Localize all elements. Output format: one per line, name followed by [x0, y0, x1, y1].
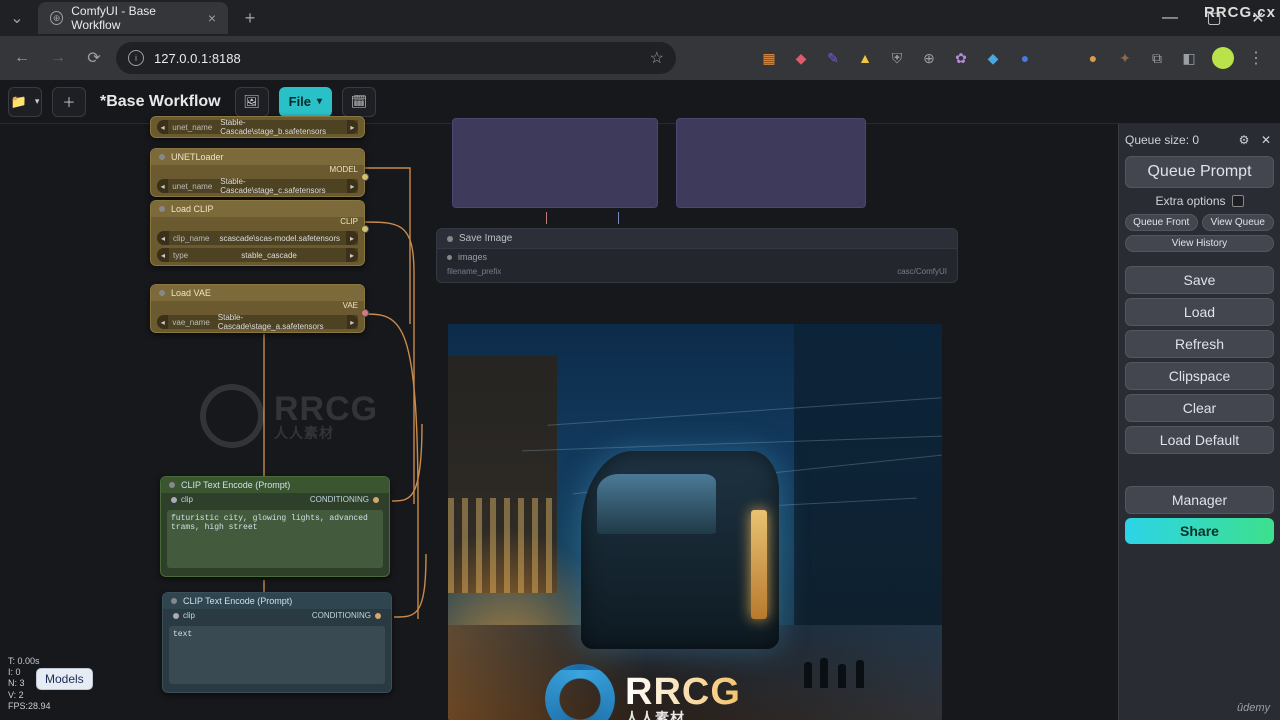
bookmark-icon[interactable]: ☆ [650, 48, 664, 68]
save-image-title: Save Image [459, 233, 512, 244]
minimize-button[interactable]: ― [1148, 0, 1192, 36]
preview-slot-1 [452, 118, 658, 208]
extension-icon-6[interactable]: ⊕ [920, 49, 938, 67]
models-chip[interactable]: Models [36, 668, 93, 690]
file-menu-button[interactable]: File▾ [279, 87, 332, 117]
vae-name-row[interactable]: ◂ vae_name Stable-Cascade\stage_a.safete… [157, 315, 358, 329]
extension-icon-8[interactable]: ◆ [984, 49, 1002, 67]
save-button[interactable]: Save [1125, 266, 1274, 294]
filename-prefix-value[interactable]: casc/ComfyUI [897, 267, 947, 276]
images-input-label: images [458, 252, 487, 262]
extension-icon-7[interactable]: ✿ [952, 49, 970, 67]
load-default-button[interactable]: Load Default [1125, 426, 1274, 454]
share-button[interactable]: Share [1125, 518, 1274, 544]
model-port-label: MODEL [151, 165, 364, 176]
unet0-param-row[interactable]: ◂ unet_name Stable-Cascade\stage_b.safet… [157, 120, 358, 134]
settings-icon[interactable]: ⚙ [1236, 132, 1252, 148]
extension-icon-1[interactable]: ▦ [760, 49, 778, 67]
preview-handle-1 [546, 212, 547, 224]
vae-output-socket[interactable] [361, 309, 369, 317]
prompt1-conditioning-output-socket[interactable] [373, 497, 379, 503]
extensions-menu-icon[interactable]: ⧉ [1148, 49, 1166, 67]
view-queue-button[interactable]: View Queue [1202, 214, 1275, 231]
corner-watermark: RRCG.cx [1204, 4, 1276, 21]
clip-text-encode-positive[interactable]: CLIP Text Encode (Prompt) clip CONDITION… [160, 476, 390, 577]
control-sidebar: Queue size: 0 ⚙ ✕ Queue Prompt Extra opt… [1118, 124, 1280, 720]
extension-icon-4[interactable]: ▲ [856, 49, 874, 67]
view-history-button[interactable]: View History [1125, 235, 1274, 252]
model-output-socket[interactable] [361, 173, 369, 181]
extension-icon-3[interactable]: ✎ [824, 49, 842, 67]
close-tab-icon[interactable]: × [208, 10, 216, 26]
clipspace-button[interactable]: Clipspace [1125, 362, 1274, 390]
address-bar[interactable]: i 127.0.0.1:8188 ☆ [116, 42, 676, 74]
watermark-logo-icon [200, 384, 264, 448]
workflow-title: *Base Workflow [96, 93, 225, 111]
globe-icon: ⊕ [50, 11, 63, 25]
url-text: 127.0.0.1:8188 [154, 51, 241, 66]
load-clip-title: Load CLIP [171, 204, 214, 214]
browser-menu-icon[interactable]: ⋮ [1248, 48, 1264, 68]
load-clip-node[interactable]: Load CLIP CLIP ◂ clip_name scascade\scas… [150, 200, 365, 266]
preview-handle-2 [618, 212, 619, 224]
forward-button[interactable]: → [44, 44, 72, 72]
save-icon-button[interactable]: 🗓 [342, 87, 376, 117]
negative-prompt-textarea[interactable] [169, 626, 385, 684]
clip-output-socket[interactable] [361, 225, 369, 233]
sidepanel-icon[interactable]: ◧ [1180, 49, 1198, 67]
extension-icon-5[interactable]: ⛨ [888, 49, 906, 67]
folder-button[interactable]: 📁▾ [8, 87, 42, 117]
preview-slot-2 [676, 118, 866, 208]
node-canvas[interactable]: ◂ unet_name Stable-Cascade\stage_b.safet… [0, 124, 1280, 720]
clip-type-row[interactable]: ◂ type stable_cascade ▸ [157, 248, 358, 262]
load-vae-title: Load VAE [171, 288, 211, 298]
profile-avatar[interactable] [1212, 47, 1234, 69]
unet-param-row[interactable]: ◂ unet_name Stable-Cascade\stage_c.safet… [157, 179, 358, 193]
queue-prompt-button[interactable]: Queue Prompt [1125, 156, 1274, 188]
clear-button[interactable]: Clear [1125, 394, 1274, 422]
generated-image-preview[interactable] [448, 324, 942, 720]
watermark-text: RRCG [274, 392, 378, 426]
udemy-watermark: ûdemy [1237, 702, 1270, 714]
extension-icon-12[interactable]: ✦ [1116, 49, 1134, 67]
watermark-subtext: 人人素材 [274, 426, 378, 440]
prompt2-conditioning-output-socket[interactable] [375, 613, 381, 619]
prompt2-clip-input-socket[interactable] [173, 613, 179, 619]
extension-icon-9[interactable]: ● [1016, 49, 1034, 67]
queue-front-button[interactable]: Queue Front [1125, 214, 1198, 231]
extension-icon-11[interactable]: ● [1084, 49, 1102, 67]
extension-icon-2[interactable]: ◆ [792, 49, 810, 67]
extra-options-checkbox[interactable] [1232, 195, 1244, 207]
image-button[interactable]: 🖼 [235, 87, 269, 117]
tab-title: ComfyUI - Base Workflow [71, 4, 200, 32]
new-tab-button[interactable]: + [236, 4, 264, 32]
site-info-icon[interactable]: i [128, 50, 144, 66]
positive-prompt-textarea[interactable] [167, 510, 383, 568]
reload-button[interactable]: ⟳ [80, 44, 108, 72]
clip-name-row[interactable]: ◂ clip_name scascade\scas-model.safetens… [157, 231, 358, 245]
tab-list-dropdown[interactable]: ⌄ [0, 0, 34, 36]
load-vae-node[interactable]: Load VAE VAE ◂ vae_name Stable-Cascade\s… [150, 284, 365, 333]
load-button[interactable]: Load [1125, 298, 1274, 326]
back-button[interactable]: ← [8, 44, 36, 72]
extra-options-label: Extra options [1155, 194, 1225, 208]
clip-port-label: CLIP [151, 217, 364, 228]
queue-size-label: Queue size: 0 [1125, 133, 1199, 147]
close-sidebar-icon[interactable]: ✕ [1258, 132, 1274, 148]
add-button[interactable]: ＋ [52, 87, 86, 117]
vae-port-label: VAE [151, 301, 364, 312]
browser-tab[interactable]: ⊕ ComfyUI - Base Workflow × [38, 2, 228, 34]
unet-loader-title: UNETLoader [171, 152, 224, 162]
prompt2-title: CLIP Text Encode (Prompt) [183, 596, 292, 606]
prompt1-title: CLIP Text Encode (Prompt) [181, 480, 290, 490]
filename-prefix-label: filename_prefix [447, 267, 501, 276]
extension-icon-10[interactable] [1048, 49, 1070, 67]
clip-text-encode-negative[interactable]: CLIP Text Encode (Prompt) clip CONDITION… [162, 592, 392, 693]
save-image-node[interactable]: Save Image images filename_prefix casc/C… [436, 228, 958, 283]
manager-button[interactable]: Manager [1125, 486, 1274, 514]
refresh-button[interactable]: Refresh [1125, 330, 1274, 358]
prompt1-clip-input-socket[interactable] [171, 497, 177, 503]
unet-loader-node[interactable]: UNETLoader MODEL ◂ unet_name Stable-Casc… [150, 148, 365, 197]
